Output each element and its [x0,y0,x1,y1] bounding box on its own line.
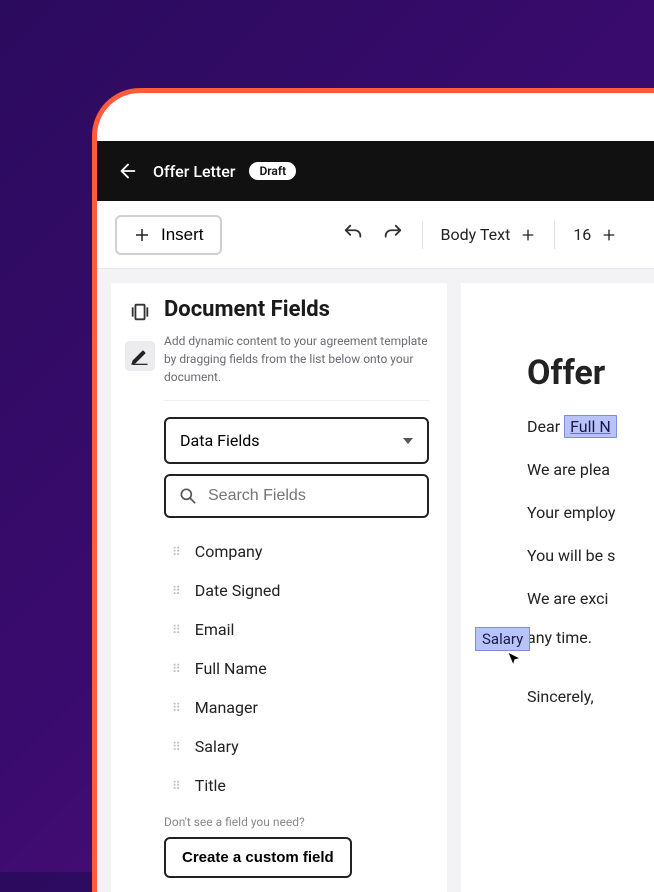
undo-icon [342,222,364,244]
plus-icon [520,227,536,243]
drag-handle-icon: ⠿ [172,623,181,637]
content-area: Document Fields Add dynamic content to y… [97,269,654,892]
field-label: Full Name [195,659,267,678]
font-size-value: 16 [573,225,591,244]
dropdown-label: Data Fields [180,431,260,450]
field-manager[interactable]: ⠿ Manager [164,688,429,727]
search-input[interactable] [208,487,415,505]
field-title[interactable]: ⠿ Title [164,766,429,805]
custom-field-hint: Don't see a field you need? [164,815,429,829]
redo-button[interactable] [382,222,404,248]
document-line: Dear Full N [527,417,654,436]
document-heading: Offer [527,353,654,393]
toolbar: Insert Body Text 16 [97,201,654,269]
drag-handle-icon: ⠿ [172,779,181,793]
panel-title: Document Fields [164,297,429,322]
divider [554,221,555,249]
panel-content: Document Fields Add dynamic content to y… [156,297,429,874]
tab-sign[interactable] [125,341,155,371]
text-style-label: Body Text [441,225,511,244]
field-label: Manager [195,698,258,717]
field-label: Date Signed [195,581,281,600]
page-title: Offer Letter [153,162,235,181]
fields-list: ⠿ Company ⠿ Date Signed ⠿ Email ⠿ Full N… [164,532,429,805]
fields-panel: Document Fields Add dynamic content to y… [111,283,447,892]
pen-icon [130,346,150,366]
font-size-selector[interactable]: 16 [573,225,617,244]
status-badge: Draft [249,162,296,180]
document-line: any time. [527,628,654,647]
panel-description: Add dynamic content to your agreement te… [164,332,429,401]
toolbar-center: Body Text 16 [342,221,618,249]
drag-handle-icon: ⠿ [172,584,181,598]
drag-handle-icon: ⠿ [172,740,181,754]
field-label: Company [195,542,263,561]
field-salary[interactable]: ⠿ Salary [164,727,429,766]
text-style-selector[interactable]: Body Text [441,225,537,244]
field-email[interactable]: ⠿ Email [164,610,429,649]
drag-handle-icon: ⠿ [172,701,181,715]
back-button[interactable] [117,160,139,182]
field-label: Title [195,776,226,795]
plus-icon [133,226,151,244]
field-label: Salary [195,737,239,756]
field-date-signed[interactable]: ⠿ Date Signed [164,571,429,610]
panel-tabs [123,297,156,874]
document-signoff: Sincerely, [527,687,654,706]
app-header: Offer Letter Draft [97,141,654,201]
document-line: We are plea [527,460,654,479]
dragging-field-token[interactable]: Salary [475,627,530,651]
greeting-prefix: Dear [527,417,564,436]
field-full-name[interactable]: ⠿ Full Name [164,649,429,688]
search-field-container[interactable] [164,474,429,518]
drag-handle-icon: ⠿ [172,545,181,559]
field-type-dropdown[interactable]: Data Fields [164,417,429,464]
plus-icon [601,227,617,243]
insert-button[interactable]: Insert [115,215,222,255]
field-token-fullname[interactable]: Full N [564,415,617,438]
arrow-left-icon [117,160,139,182]
device-frame: Offer Letter Draft Insert Body Text [92,88,654,892]
document-line: We are exci [527,589,654,608]
cursor-icon [505,650,523,672]
undo-button[interactable] [342,222,364,248]
divider [422,221,423,249]
search-icon [178,486,198,506]
document-icon [129,301,151,323]
drag-handle-icon: ⠿ [172,662,181,676]
chevron-down-icon [403,438,413,444]
tab-document[interactable] [125,297,155,327]
redo-icon [382,222,404,244]
document-line: You will be s [527,546,654,565]
insert-label: Insert [161,225,204,245]
document-preview[interactable]: Offer Dear Full N We are plea Your emplo… [461,283,654,892]
document-line: Your employ [527,503,654,522]
field-company[interactable]: ⠿ Company [164,532,429,571]
field-label: Email [195,620,235,639]
